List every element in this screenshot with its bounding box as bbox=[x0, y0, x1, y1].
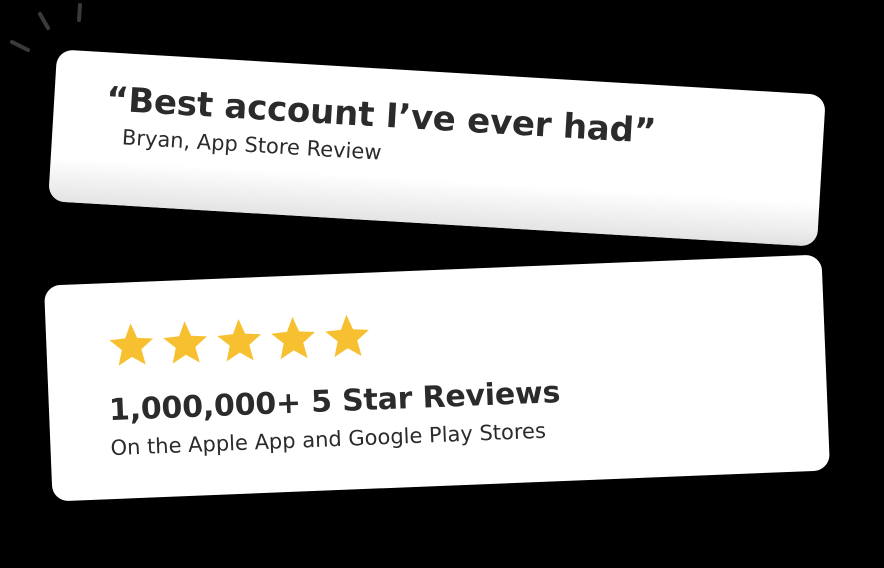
star-icon bbox=[325, 314, 369, 358]
quote-card: “Best account I’ve ever had” Bryan, App … bbox=[48, 49, 826, 247]
testimonial-graphic: “Best account I’ve ever had” Bryan, App … bbox=[0, 0, 884, 568]
star-icon bbox=[109, 323, 154, 366]
reviews-card: 1,000,000+ 5 Star Reviews On the Apple A… bbox=[43, 254, 831, 502]
star-icon bbox=[271, 316, 315, 360]
star-icon bbox=[217, 319, 261, 362]
star-rating bbox=[105, 292, 824, 371]
star-icon bbox=[163, 321, 208, 364]
